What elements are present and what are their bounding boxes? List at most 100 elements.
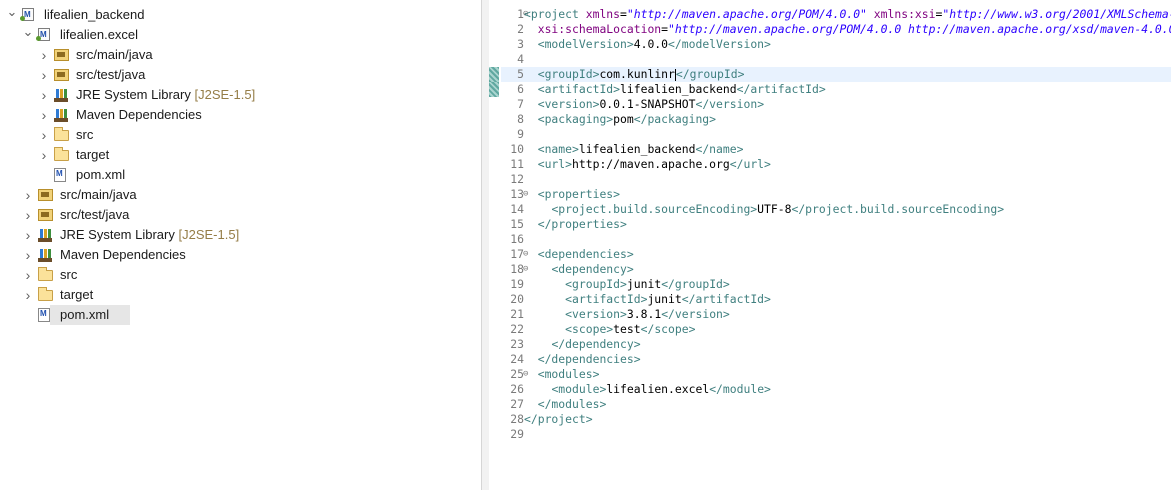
- xml-text: [524, 382, 551, 396]
- chevron-right-icon[interactable]: ›: [22, 285, 34, 305]
- code-line[interactable]: 9: [501, 127, 1171, 142]
- xml-tag: <project.build.sourceEncoding>: [551, 202, 758, 216]
- chevron-right-icon[interactable]: ›: [38, 65, 50, 85]
- chevron-right-icon[interactable]: ›: [22, 205, 34, 225]
- xml-tag: </url>: [729, 157, 771, 171]
- line-number: 27: [510, 397, 524, 411]
- chevron-right-icon[interactable]: ›: [38, 85, 50, 105]
- chevron-right-icon[interactable]: ›: [38, 105, 50, 125]
- xml-text: [524, 67, 538, 81]
- xml-text: [524, 367, 538, 381]
- code-text: <name>lifealien_backend</name>: [524, 142, 744, 157]
- code-line[interactable]: 12: [501, 172, 1171, 187]
- chevron-down-icon[interactable]: ⌄: [22, 25, 34, 45]
- code-line[interactable]: 3 <modelVersion>4.0.0</modelVersion>: [501, 37, 1171, 52]
- code-line[interactable]: 23 </dependency>: [501, 337, 1171, 352]
- code-line[interactable]: 19 <groupId>junit</groupId>: [501, 277, 1171, 292]
- chevron-right-icon[interactable]: ›: [38, 45, 50, 65]
- xml-text: =: [661, 22, 669, 36]
- tree-item-label: lifealien_backend: [44, 7, 145, 22]
- code-line[interactable]: 1 ⊖ <project xmlns="http://maven.apache.or…: [501, 7, 1171, 22]
- quick-diff-ruler: [489, 0, 501, 490]
- code-line[interactable]: 16: [501, 232, 1171, 247]
- code-text: <artifactId>lifealien_backend</artifactI…: [524, 82, 826, 97]
- chevron-right-icon[interactable]: ›: [22, 225, 34, 245]
- line-number: 25: [510, 367, 524, 381]
- code-line[interactable]: 8 <packaging>pom</packaging>: [501, 112, 1171, 127]
- xml-tag: <groupId>: [537, 67, 600, 81]
- code-line[interactable]: 7 <version>0.0.1-SNAPSHOT</version>: [501, 97, 1171, 112]
- folder-icon: [54, 147, 69, 161]
- code-text: <version>3.8.1</version>: [524, 307, 730, 322]
- xml-tag: </version>: [661, 307, 730, 321]
- maven-project-icon: [20, 5, 34, 25]
- code-line[interactable]: 14 <project.build.sourceEncoding>UTF-8</…: [501, 202, 1171, 217]
- code-text: <dependency>: [524, 262, 633, 277]
- xml-text: [524, 82, 538, 96]
- code-line[interactable]: 13 ⊖ <properties>: [501, 187, 1171, 202]
- xml-editor[interactable]: 1 ⊖ <project xmlns="http://maven.apache.or…: [489, 0, 1171, 490]
- xml-text: [524, 157, 538, 171]
- code-line[interactable]: 26 <module>lifealien.excel</module>: [501, 382, 1171, 397]
- code-line[interactable]: 21 <version>3.8.1</version>: [501, 307, 1171, 322]
- code-line[interactable]: 5 <groupId>com.kunlinr</groupId>: [501, 67, 1171, 82]
- xml-attribute: xsi:schemaLocation: [537, 22, 662, 36]
- code-line[interactable]: 27 </modules>: [501, 397, 1171, 412]
- tree-item-label: JRE System Library [J2SE-1.5]: [76, 87, 256, 102]
- code-line[interactable]: 15 </properties>: [501, 217, 1171, 232]
- xml-tag: <version>: [565, 307, 627, 321]
- chevron-right-icon[interactable]: ›: [22, 265, 34, 285]
- code-line[interactable]: 28 </project>: [501, 412, 1171, 427]
- view-splitter[interactable]: [481, 0, 489, 490]
- line-number: 5: [517, 67, 524, 81]
- tree-item-label: lifealien.excel: [60, 27, 139, 42]
- code-line[interactable]: 10 <name>lifealien_backend</name>: [501, 142, 1171, 157]
- package-folder-icon: [38, 209, 53, 221]
- xml-attribute-value: "http://maven.apache.org/POM/4.0.0": [626, 7, 867, 21]
- line-number: 13: [510, 187, 524, 201]
- tree-item-label: target: [76, 147, 110, 162]
- code-line[interactable]: 24 </dependencies>: [501, 352, 1171, 367]
- code-line[interactable]: 20 <artifactId>junit</artifactId>: [501, 292, 1171, 307]
- code-line[interactable]: 22 <scope>test</scope>: [501, 322, 1171, 337]
- chevron-right-icon[interactable]: ›: [22, 245, 34, 265]
- code-line[interactable]: 4: [501, 52, 1171, 67]
- tree-item-label: JRE System Library [J2SE-1.5]: [60, 227, 240, 242]
- library-icon: [54, 88, 70, 102]
- code-text: <project xmlns="http://maven.apache.org/…: [524, 7, 1171, 22]
- xml-text: [524, 397, 538, 411]
- tree-item-label: pom.xml: [60, 307, 110, 322]
- xml-text: pom: [613, 112, 634, 126]
- code-line[interactable]: 25 ⊖ <modules>: [501, 367, 1171, 382]
- line-number: 28: [510, 412, 524, 426]
- xml-tag: </packaging>: [633, 112, 717, 126]
- xml-text: [524, 142, 538, 156]
- code-line[interactable]: 17 ⊖ <dependencies>: [501, 247, 1171, 262]
- line-number: 19: [510, 277, 524, 291]
- xml-text: 3.8.1: [626, 307, 662, 321]
- xml-text: [524, 217, 538, 231]
- xml-text: com.kunlinr: [599, 67, 675, 81]
- xml-tag: <packaging>: [537, 112, 614, 126]
- change-marker: [489, 67, 499, 82]
- tree-item[interactable]: pom.xml: [38, 305, 130, 325]
- code-text: <version>0.0.1-SNAPSHOT</version>: [524, 97, 764, 112]
- chevron-right-icon[interactable]: ›: [22, 185, 34, 205]
- chevron-down-icon[interactable]: ⌄: [6, 5, 18, 25]
- xml-tag: </name>: [695, 142, 744, 156]
- xml-tag: </groupId>: [675, 67, 745, 81]
- xml-tag: </module>: [709, 382, 771, 396]
- code-text: </dependency>: [524, 337, 640, 352]
- xml-tag: </version>: [695, 97, 765, 111]
- line-number: 18: [510, 262, 524, 276]
- chevron-right-icon[interactable]: ›: [38, 125, 50, 145]
- tree-item-label: src/test/java: [76, 67, 146, 82]
- code-line[interactable]: 6 <artifactId>lifealien_backend</artifac…: [501, 82, 1171, 97]
- code-line[interactable]: 29: [501, 427, 1171, 442]
- code-line[interactable]: 11 <url>http://maven.apache.org</url>: [501, 157, 1171, 172]
- xml-attribute-value: "http://www.w3.org/2001/XMLSchema-instan…: [942, 7, 1171, 21]
- xml-text: UTF-8: [757, 202, 792, 216]
- code-line[interactable]: 2 xsi:schemaLocation="http://maven.apach…: [501, 22, 1171, 37]
- code-line[interactable]: 18 ⊖ <dependency>: [501, 262, 1171, 277]
- chevron-right-icon[interactable]: ›: [38, 145, 50, 165]
